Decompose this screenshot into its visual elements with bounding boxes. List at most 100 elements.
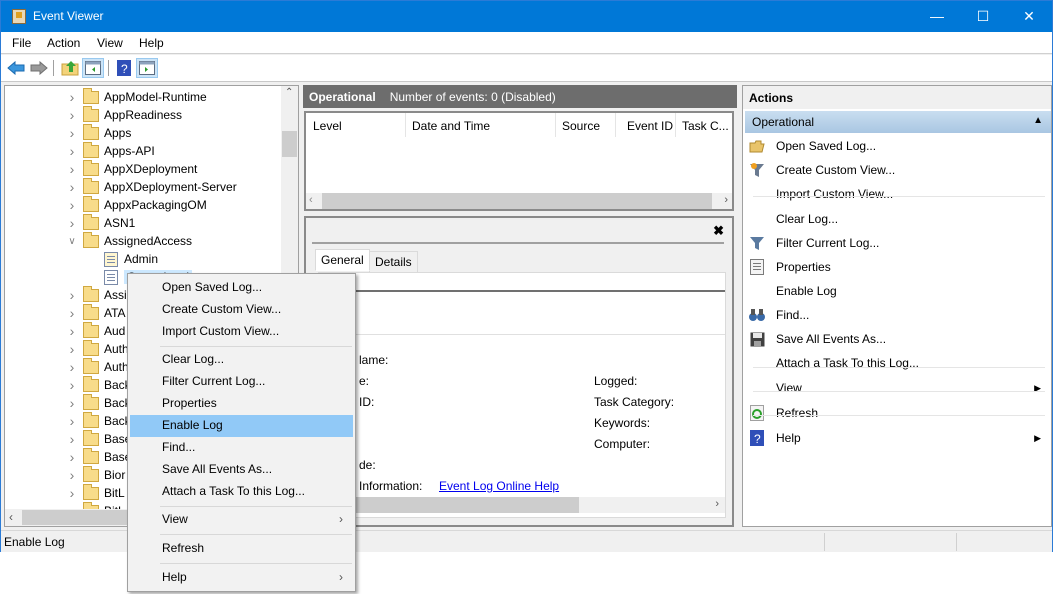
tree-item[interactable]: › Aud	[67, 321, 125, 340]
close-preview-icon[interactable]: ✖	[713, 223, 724, 239]
tree-item[interactable]: › Back	[67, 393, 131, 412]
context-menu-save-all-events-as[interactable]: Save All Events As...	[130, 459, 353, 481]
scroll-up-icon[interactable]: ⌃	[285, 87, 293, 98]
chevron-right-icon[interactable]: ›	[67, 197, 77, 213]
help-button[interactable]: ?	[113, 58, 135, 78]
tree-item[interactable]: › AppXDeployment	[67, 159, 197, 178]
events-list[interactable]: Level Date and Time Source Event ID Task…	[304, 111, 734, 211]
action-help[interactable]: ? Help ▶	[743, 427, 1049, 449]
action-save-all-events-as[interactable]: Save All Events As...	[743, 328, 1049, 350]
chevron-right-icon[interactable]: ›	[67, 395, 77, 411]
chevron-right-icon[interactable]: ›	[67, 107, 77, 123]
chevron-right-icon[interactable]: ›	[67, 359, 77, 375]
chevron-right-icon[interactable]: ›	[67, 413, 77, 429]
menu-help[interactable]: Help	[139, 36, 164, 50]
chevron-down-icon[interactable]: ∨	[67, 236, 77, 247]
action-filter-current-log[interactable]: Filter Current Log...	[743, 232, 1049, 254]
chevron-right-icon[interactable]: ›	[67, 143, 77, 159]
tree-item[interactable]: › Base	[67, 429, 131, 448]
menu-action[interactable]: Action	[47, 36, 80, 50]
scroll-right-icon[interactable]: ›	[715, 498, 719, 510]
scroll-left-icon[interactable]: ‹	[9, 510, 13, 524]
actions-section-operational[interactable]: Operational ▲	[745, 111, 1051, 133]
action-properties[interactable]: Properties	[743, 256, 1049, 278]
action-create-custom-view[interactable]: Create Custom View...	[743, 159, 1049, 181]
column-header-source[interactable]: Source	[562, 119, 600, 133]
tree-item[interactable]: › AppReadiness	[67, 105, 182, 124]
tree-item[interactable]: › Back	[67, 411, 131, 430]
show-hide-action-pane-button[interactable]	[136, 58, 158, 78]
tree-item[interactable]: › AppXDeployment-Server	[67, 177, 237, 196]
events-horizontal-scrollbar[interactable]: ‹ ›	[306, 193, 732, 209]
column-header-event-id[interactable]: Event ID	[627, 119, 673, 133]
tree-item[interactable]: › Back	[67, 375, 131, 394]
scrollbar-thumb[interactable]	[282, 131, 297, 157]
action-enable-log[interactable]: Enable Log	[743, 280, 1049, 302]
column-separator[interactable]	[675, 113, 676, 137]
column-separator[interactable]	[555, 113, 556, 137]
tree-item[interactable]: › AppModel-Runtime	[67, 87, 207, 106]
chevron-right-icon[interactable]: ›	[67, 161, 77, 177]
column-separator[interactable]	[405, 113, 406, 137]
context-menu-view[interactable]: View ›	[130, 509, 353, 531]
chevron-right-icon[interactable]: ›	[67, 305, 77, 321]
minimize-button[interactable]: —	[914, 1, 960, 32]
chevron-right-icon[interactable]: ›	[67, 377, 77, 393]
tree-item[interactable]: Admin	[104, 250, 158, 268]
chevron-right-icon[interactable]: ›	[67, 467, 77, 483]
tree-item[interactable]: › ATA	[67, 303, 126, 322]
tree-item[interactable]: › Apps	[67, 123, 131, 142]
chevron-right-icon[interactable]: ›	[67, 485, 77, 501]
chevron-right-icon[interactable]: ›	[67, 179, 77, 195]
chevron-right-icon[interactable]: ›	[67, 215, 77, 231]
column-header-task-category[interactable]: Task C...	[682, 119, 729, 133]
tree-item[interactable]: › Base	[67, 447, 131, 466]
context-menu-properties[interactable]: Properties	[130, 393, 353, 415]
tree-item[interactable]: › Bior	[67, 465, 125, 484]
context-menu-find[interactable]: Find...	[130, 437, 353, 459]
chevron-right-icon[interactable]: ›	[67, 287, 77, 303]
close-button[interactable]: ✕	[1006, 1, 1052, 32]
scrollbar-thumb[interactable]	[319, 497, 579, 513]
context-menu-help[interactable]: Help ›	[130, 567, 353, 589]
tree-item[interactable]: › ASN1	[67, 213, 135, 232]
column-separator[interactable]	[615, 113, 616, 137]
tree-item[interactable]: › Auth	[67, 339, 129, 358]
scroll-left-icon[interactable]: ‹	[309, 194, 313, 206]
chevron-right-icon[interactable]: ›	[67, 125, 77, 141]
context-menu-create-custom-view[interactable]: Create Custom View...	[130, 299, 353, 321]
action-attach-a-task-to-this-log[interactable]: Attach a Task To this Log...	[743, 352, 1049, 374]
preview-horizontal-scrollbar[interactable]: ›	[319, 497, 725, 513]
scroll-right-icon[interactable]: ›	[724, 194, 728, 206]
context-menu-refresh[interactable]: Refresh	[130, 538, 353, 560]
action-import-custom-view[interactable]: Import Custom View...	[743, 183, 1049, 205]
tree-item[interactable]: › Assi	[67, 285, 127, 304]
tab-details[interactable]: Details	[369, 251, 418, 273]
chevron-right-icon[interactable]: ›	[67, 341, 77, 357]
context-menu-filter-current-log[interactable]: Filter Current Log...	[130, 371, 353, 393]
action-find[interactable]: Find...	[743, 304, 1049, 326]
forward-button[interactable]	[28, 58, 50, 78]
chevron-right-icon[interactable]: ›	[67, 431, 77, 447]
chevron-right-icon[interactable]: ›	[67, 449, 77, 465]
show-hide-console-tree-button[interactable]	[82, 58, 104, 78]
collapse-up-icon[interactable]: ▲	[1033, 115, 1043, 126]
column-header-level[interactable]: Level	[313, 119, 342, 133]
action-open-saved-log[interactable]: Open Saved Log...	[743, 135, 1049, 157]
tree-item[interactable]: › AppxPackagingOM	[67, 195, 207, 214]
context-menu-clear-log[interactable]: Clear Log...	[130, 349, 353, 371]
scrollbar-thumb[interactable]	[322, 193, 712, 209]
chevron-right-icon[interactable]: ›	[67, 89, 77, 105]
event-log-online-help-link[interactable]: Event Log Online Help	[439, 479, 559, 493]
context-menu-enable-log[interactable]: Enable Log	[130, 415, 353, 437]
menu-file[interactable]: File	[12, 36, 31, 50]
column-header-date-time[interactable]: Date and Time	[412, 119, 490, 133]
context-menu-import-custom-view[interactable]: Import Custom View...	[130, 321, 353, 343]
back-button[interactable]	[5, 58, 27, 78]
action-clear-log[interactable]: Clear Log...	[743, 208, 1049, 230]
chevron-right-icon[interactable]: ›	[67, 323, 77, 339]
context-menu-attach-a-task-to-this-log[interactable]: Attach a Task To this Log...	[130, 481, 353, 503]
tree-item[interactable]: ∨ AssignedAccess	[67, 231, 192, 250]
action-view[interactable]: View ▶	[743, 377, 1049, 399]
up-one-level-button[interactable]	[59, 58, 81, 78]
